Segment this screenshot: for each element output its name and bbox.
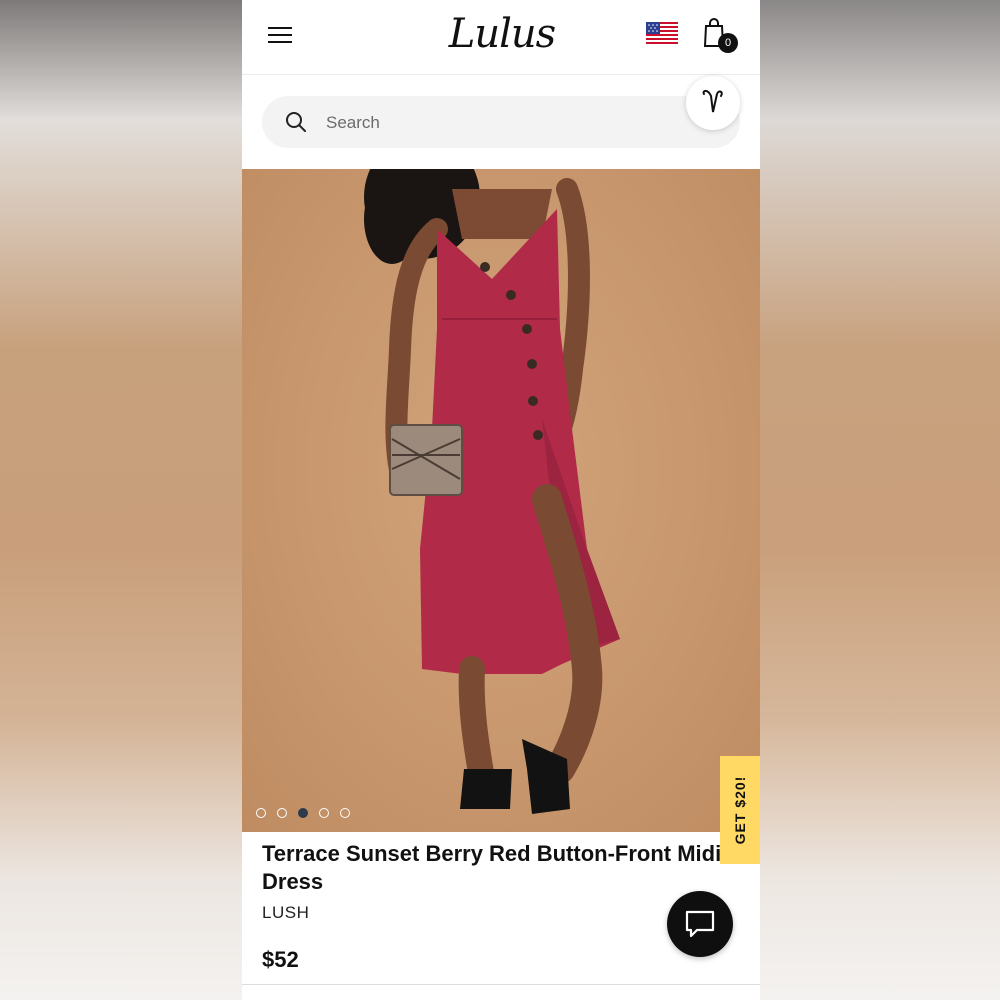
search-input[interactable] — [324, 106, 668, 140]
us-flag-icon[interactable] — [646, 22, 678, 46]
chat-bubble-icon — [685, 910, 715, 938]
gallery-dots — [256, 805, 361, 818]
promo-get-20-tab[interactable]: GET $20! — [720, 756, 760, 864]
search-bar[interactable] — [262, 96, 740, 148]
hamburger-menu-icon[interactable] — [266, 22, 298, 50]
gallery-dot[interactable] — [319, 808, 329, 818]
gallery-dot[interactable] — [277, 808, 287, 818]
background-blur-right — [760, 0, 1000, 1000]
cart-count-badge: 0 — [718, 33, 738, 53]
product-brand[interactable]: LUSH — [262, 903, 309, 923]
product-title: Terrace Sunset Berry Red Button-Front Mi… — [262, 841, 722, 894]
heart-icon — [702, 89, 723, 113]
product-price: $52 — [262, 947, 299, 972]
chat-button[interactable] — [667, 891, 733, 957]
gallery-dot-active[interactable] — [298, 808, 308, 818]
product-image[interactable] — [242, 169, 760, 832]
divider — [242, 984, 760, 985]
background-blur-left — [0, 0, 242, 1000]
site-logo[interactable]: Lulus — [447, 8, 557, 60]
top-navigation-bar: Lulus 0 — [242, 0, 760, 75]
search-icon — [286, 112, 306, 132]
wishlist-heart-button[interactable] — [686, 76, 740, 130]
promo-label: GET $20! — [732, 775, 748, 845]
mobile-page: Lulus 0 Search GET $20! Terrace Sunset B… — [242, 0, 760, 1000]
gallery-dot[interactable] — [340, 808, 350, 818]
gallery-dot[interactable] — [256, 808, 266, 818]
